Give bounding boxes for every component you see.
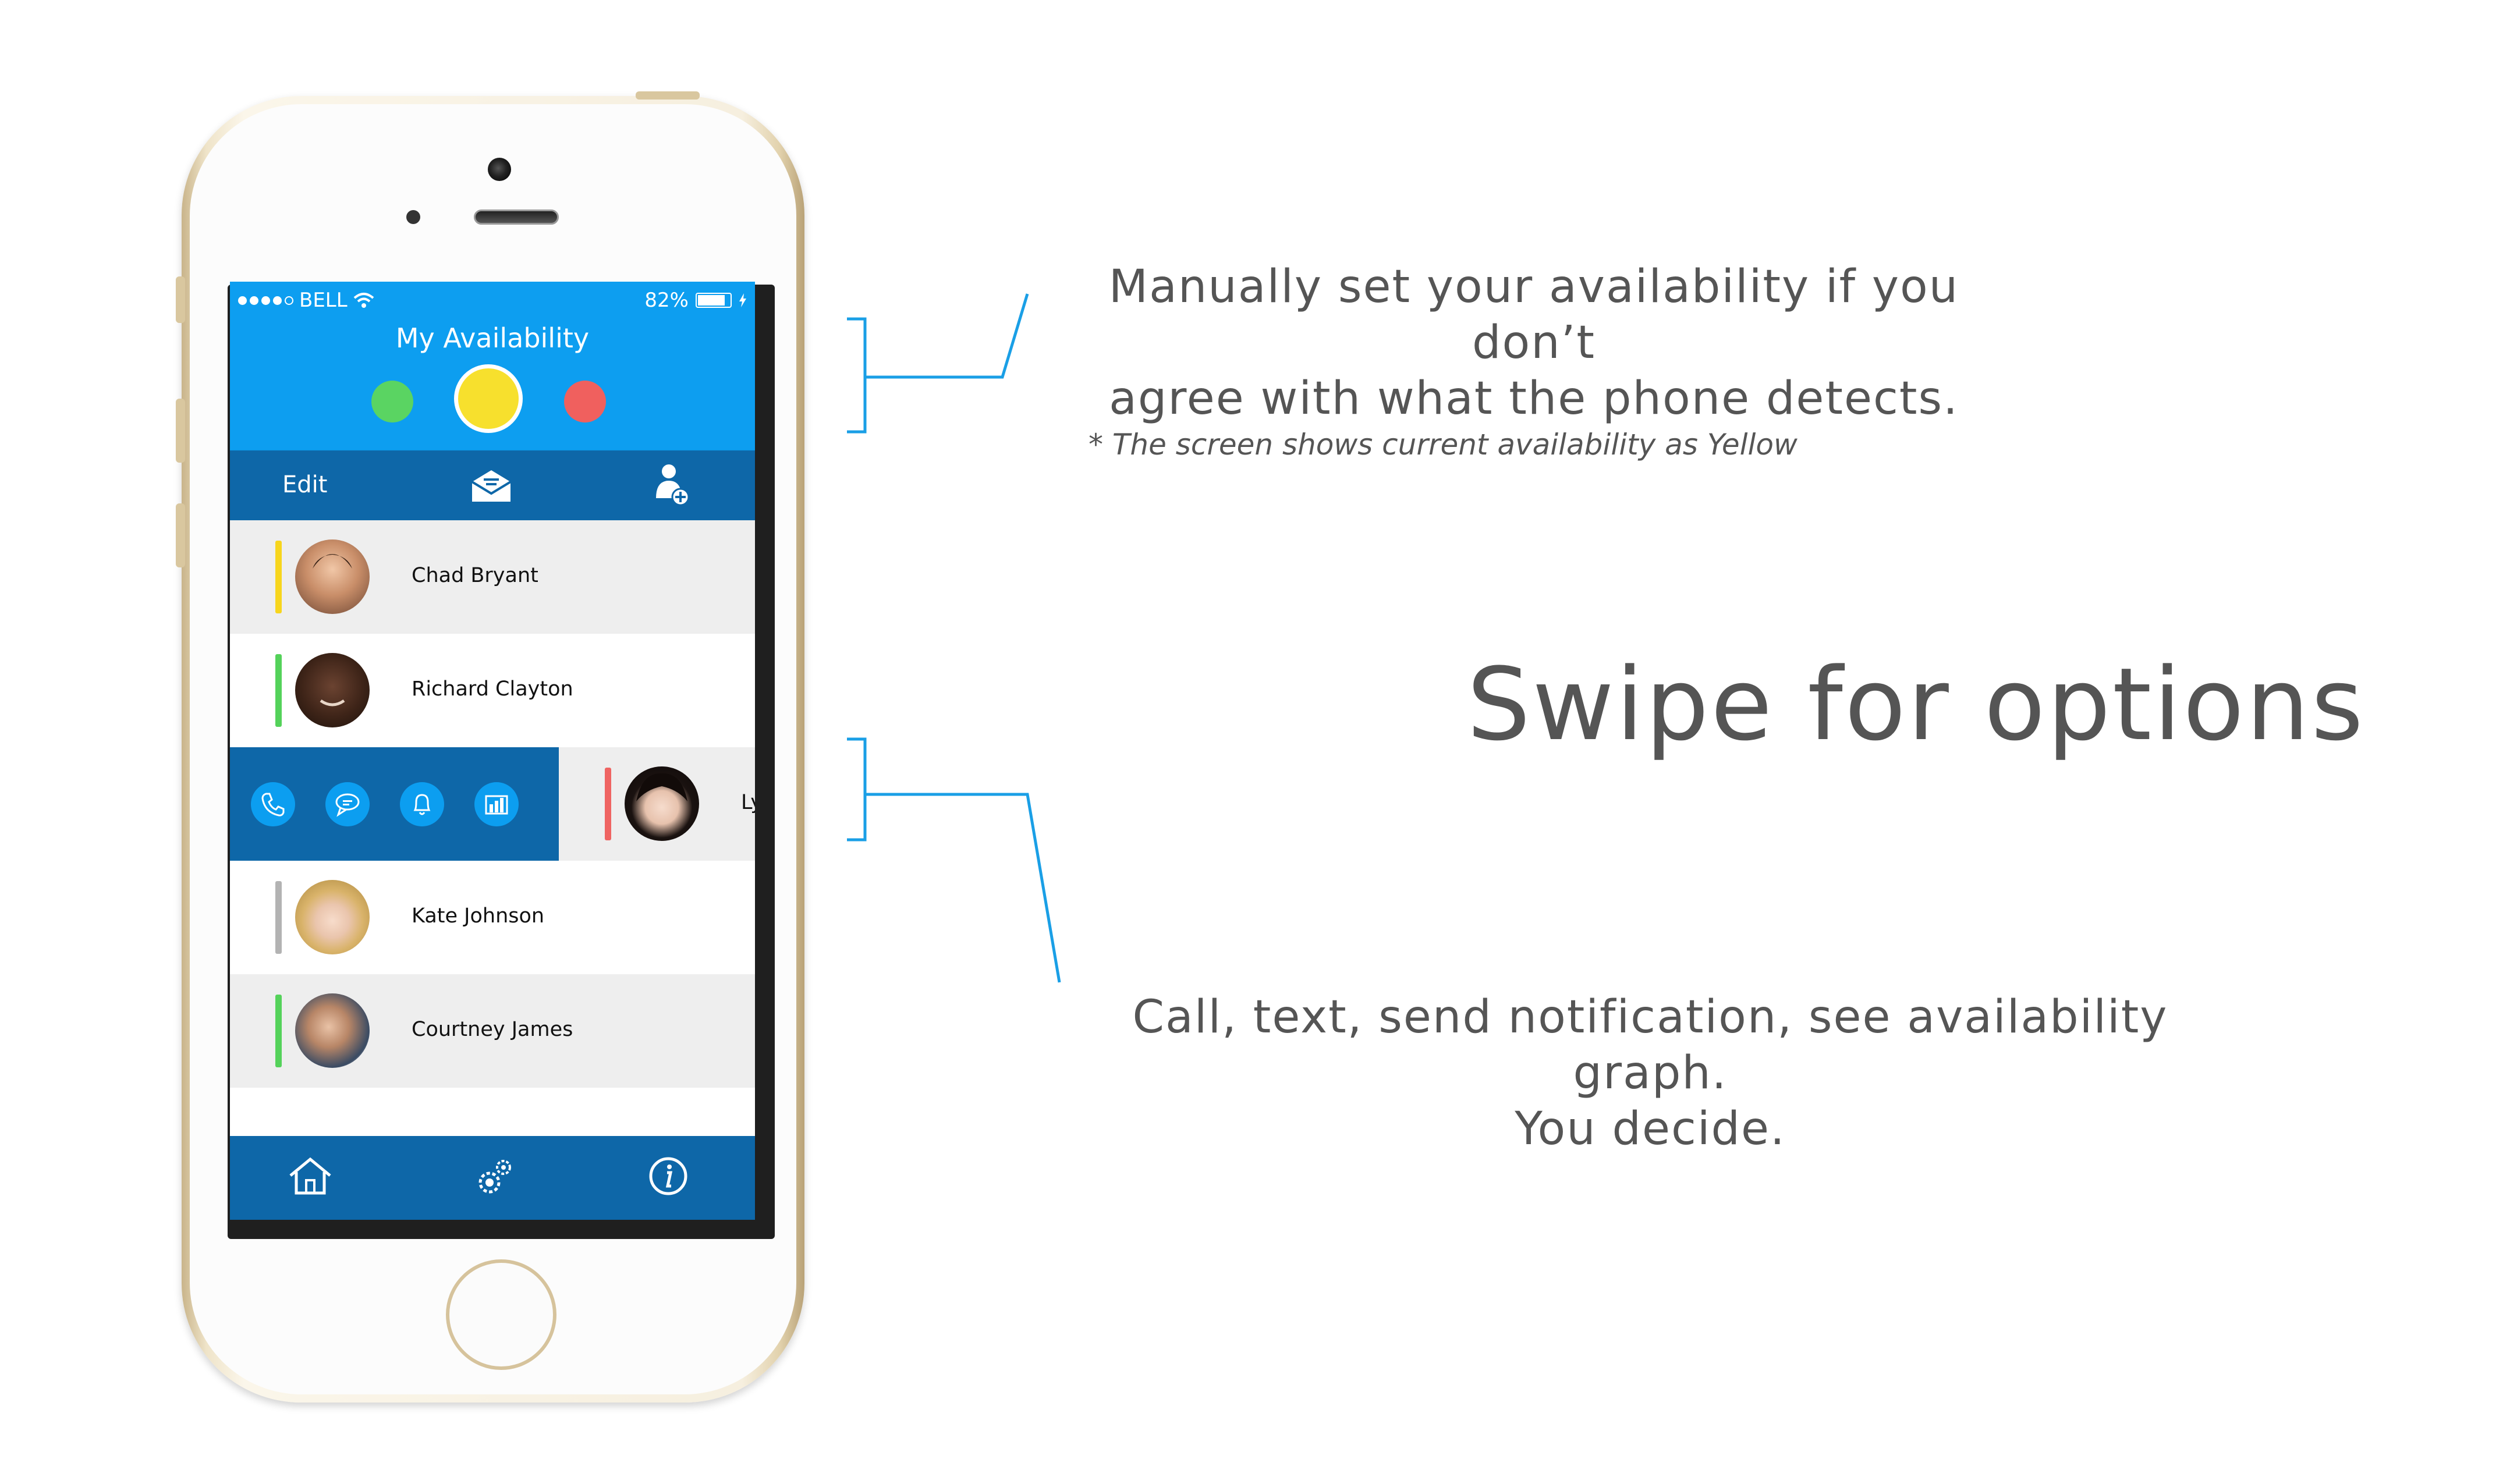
swipe-headline: Swipe for options — [1467, 646, 2365, 763]
availability-annotation: Manually set your availability if you do… — [1083, 259, 1985, 427]
availability-leader — [865, 293, 1029, 379]
options-annotation: Call, text, send notification, see avail… — [1077, 989, 2224, 1157]
options-leader — [865, 793, 1061, 983]
availability-annotation-line1: Manually set your availability if you do… — [1108, 261, 1959, 369]
options-annotation-line2: You decide. — [1515, 1103, 1786, 1155]
options-annotation-line1: Call, text, send notification, see avail… — [1132, 991, 2168, 1099]
options-bracket — [847, 737, 867, 842]
availability-annotation-line2: agree with what the phone detects. — [1109, 372, 1959, 425]
availability-bracket — [847, 317, 867, 434]
availability-note: * The screen shows current availability … — [1089, 428, 1798, 461]
